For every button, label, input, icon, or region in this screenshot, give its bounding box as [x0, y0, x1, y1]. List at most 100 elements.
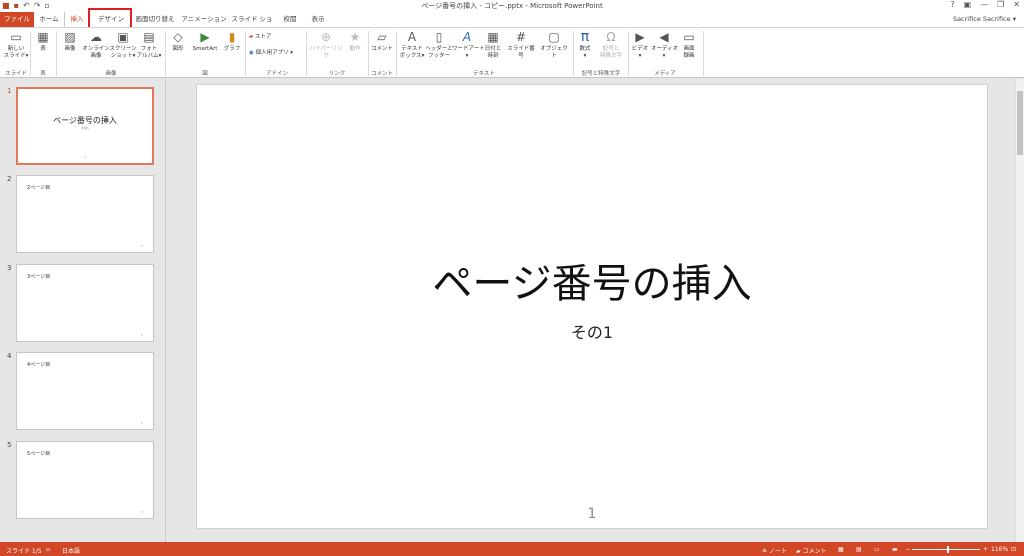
vertical-scrollbar[interactable]	[1015, 79, 1024, 542]
tab-transitions[interactable]: 画面切り替え	[131, 12, 179, 27]
group-label-table: 表	[40, 71, 46, 77]
header-footer-button[interactable]: ▯ ヘッダーと フッター	[425, 30, 453, 60]
slide-editor: ページ番号の挿入 その1 1	[167, 79, 1015, 542]
comment-icon: ▱	[377, 30, 387, 44]
slide-subtitle[interactable]: その1	[197, 319, 987, 343]
thumb-text: 5ページ目	[27, 451, 51, 457]
tab-slideshow[interactable]: スライド ショー	[229, 12, 275, 38]
thumb-subtitle: その1	[81, 126, 89, 130]
slide-thumbnail-5[interactable]: 5ページ目 5	[16, 441, 154, 519]
group-label-text: テキスト	[473, 71, 495, 77]
action-icon: ★	[349, 30, 361, 44]
fit-to-window-icon[interactable]: ⊡	[1011, 546, 1016, 553]
thumb-page-number: 3	[141, 333, 143, 337]
window-controls: ? ▣ — ❐ ✕	[950, 0, 1020, 9]
normal-view-icon[interactable]: ▦	[838, 546, 844, 553]
thumb-page-number: 2	[141, 244, 143, 248]
group-label-media: メディア	[654, 71, 676, 77]
ribbon-display-icon[interactable]: ▣	[964, 0, 972, 9]
picture-button[interactable]: ▨ 画像	[59, 30, 81, 53]
zoom-out-icon[interactable]: −	[905, 546, 910, 553]
tab-review[interactable]: 校閲	[276, 12, 304, 27]
slide-number: 1	[587, 506, 597, 522]
equation-button[interactable]: π 数式 ▾	[575, 30, 595, 60]
picture-icon: ▨	[64, 30, 76, 44]
comment-button[interactable]: ▱ コメント	[370, 30, 394, 53]
slide-number-button[interactable]: # スライド番号	[505, 30, 537, 60]
close-icon[interactable]: ✕	[1013, 0, 1020, 9]
thumb-number: 5	[7, 441, 12, 449]
screenshot-icon: ▣	[117, 30, 129, 44]
thumb-text: 4ページ目	[27, 362, 51, 368]
spellcheck-icon[interactable]: ▫	[46, 546, 50, 553]
screen-recording-button[interactable]: ▭ 画面 録画	[678, 30, 700, 60]
wordart-button[interactable]: A ワードアート ▾	[452, 30, 485, 60]
datetime-icon: ▦	[487, 30, 499, 44]
scrollbar-thumb[interactable]	[1017, 91, 1023, 155]
zoom-slider[interactable]	[912, 549, 980, 550]
photo-album-icon: ▤	[143, 30, 155, 44]
audio-button[interactable]: ◀ オーディオ ▾	[651, 30, 678, 60]
textbox-button[interactable]: A テキスト ボックス▾	[398, 30, 426, 60]
title-bar: ■ ▪ ↶ ↷ ▫ ページ番号の挿入 - コピー.pptx - Microsof…	[0, 0, 1024, 12]
smartart-icon: ▶	[200, 30, 210, 44]
notes-button[interactable]: ≙ ノート	[762, 546, 787, 555]
tab-animations[interactable]: アニメーション	[180, 12, 228, 27]
action-button[interactable]: ★ 動作	[345, 30, 365, 53]
new-slide-icon: ▭	[10, 30, 22, 44]
shapes-button[interactable]: ◇ 図形	[168, 30, 188, 53]
thumb-title: ページ番号の挿入	[53, 116, 117, 125]
language-indicator[interactable]: 日本語	[62, 546, 80, 555]
my-apps-button[interactable]: ◉ 個人用アプリ ▾	[249, 50, 305, 57]
zoom-slider-handle[interactable]	[947, 546, 949, 553]
store-button[interactable]: ▰ ストア	[249, 34, 289, 41]
comments-button[interactable]: ▰ コメント	[796, 546, 827, 555]
current-slide[interactable]: ページ番号の挿入 その1 1	[196, 84, 988, 529]
datetime-button[interactable]: ▦ 日付と 時刻	[482, 30, 504, 60]
screenshot-button[interactable]: ▣ スクリーン ショット▾	[109, 30, 137, 60]
slide-indicator: スライド 1/5	[6, 548, 42, 555]
slide-title[interactable]: ページ番号の挿入	[197, 251, 987, 309]
new-slide-button[interactable]: ▭ 新しい スライド▾	[3, 30, 29, 60]
online-picture-icon: ☁	[90, 30, 102, 44]
help-icon[interactable]: ?	[950, 0, 954, 9]
thumb-text: 2ページ目	[27, 185, 51, 191]
zoom-level[interactable]: 116%	[991, 546, 1008, 553]
group-label-slides: スライド	[4, 71, 27, 77]
online-picture-button[interactable]: ☁ オンライン 画像	[82, 30, 110, 60]
tab-insert[interactable]: 挿入	[64, 12, 90, 27]
chart-icon: ▮	[228, 30, 236, 44]
zoom-in-icon[interactable]: +	[983, 546, 988, 553]
slide-thumbnail-1[interactable]: ページ番号の挿入 その1 1	[16, 87, 154, 165]
tab-file[interactable]: ファイル	[0, 12, 34, 27]
smartart-button[interactable]: ▶ SmartArt	[189, 30, 221, 53]
wordart-icon: A	[462, 30, 472, 44]
tab-view[interactable]: 表示	[304, 12, 332, 27]
tab-home[interactable]: ホーム	[34, 12, 64, 27]
symbol-button[interactable]: Ω 記号と 特殊文字	[596, 30, 626, 60]
restore-icon[interactable]: ❐	[997, 0, 1004, 9]
slide-sorter-icon[interactable]: ▤	[856, 546, 862, 553]
window-title: ページ番号の挿入 - コピー.pptx - Microsoft PowerPoi…	[421, 2, 603, 10]
symbol-icon: Ω	[606, 30, 616, 44]
minimize-icon[interactable]: —	[980, 0, 988, 9]
slide-thumbnail-4[interactable]: 4ページ目 4	[16, 352, 154, 430]
header-footer-icon: ▯	[435, 30, 443, 44]
photo-album-button[interactable]: ▤ フォト アルバム▾	[136, 30, 162, 60]
hyperlink-icon: ⊕	[320, 30, 332, 44]
slideshow-view-icon[interactable]: ▬	[892, 546, 898, 553]
table-icon: ▦	[37, 30, 49, 44]
slide-thumbnail-2[interactable]: 2ページ目 2	[16, 175, 154, 253]
object-button[interactable]: ▢ オブジェクト	[538, 30, 570, 60]
hyperlink-button[interactable]: ⊕ ハイパーリンク	[308, 30, 344, 60]
group-label-addins: アドイン	[265, 71, 288, 77]
object-icon: ▢	[548, 30, 560, 44]
store-icon: ▰	[249, 34, 254, 40]
chart-button[interactable]: ▮ グラフ	[222, 30, 242, 53]
slide-thumbnail-3[interactable]: 3ページ目 3	[16, 264, 154, 342]
reading-view-icon[interactable]: ▭	[874, 546, 880, 553]
video-button[interactable]: ▶ ビデオ ▾	[630, 30, 650, 60]
user-account[interactable]: Sacrifice Sacrifice ▾	[953, 15, 1016, 23]
thumb-page-number: 1	[84, 155, 86, 159]
table-button[interactable]: ▦ 表	[33, 30, 53, 53]
